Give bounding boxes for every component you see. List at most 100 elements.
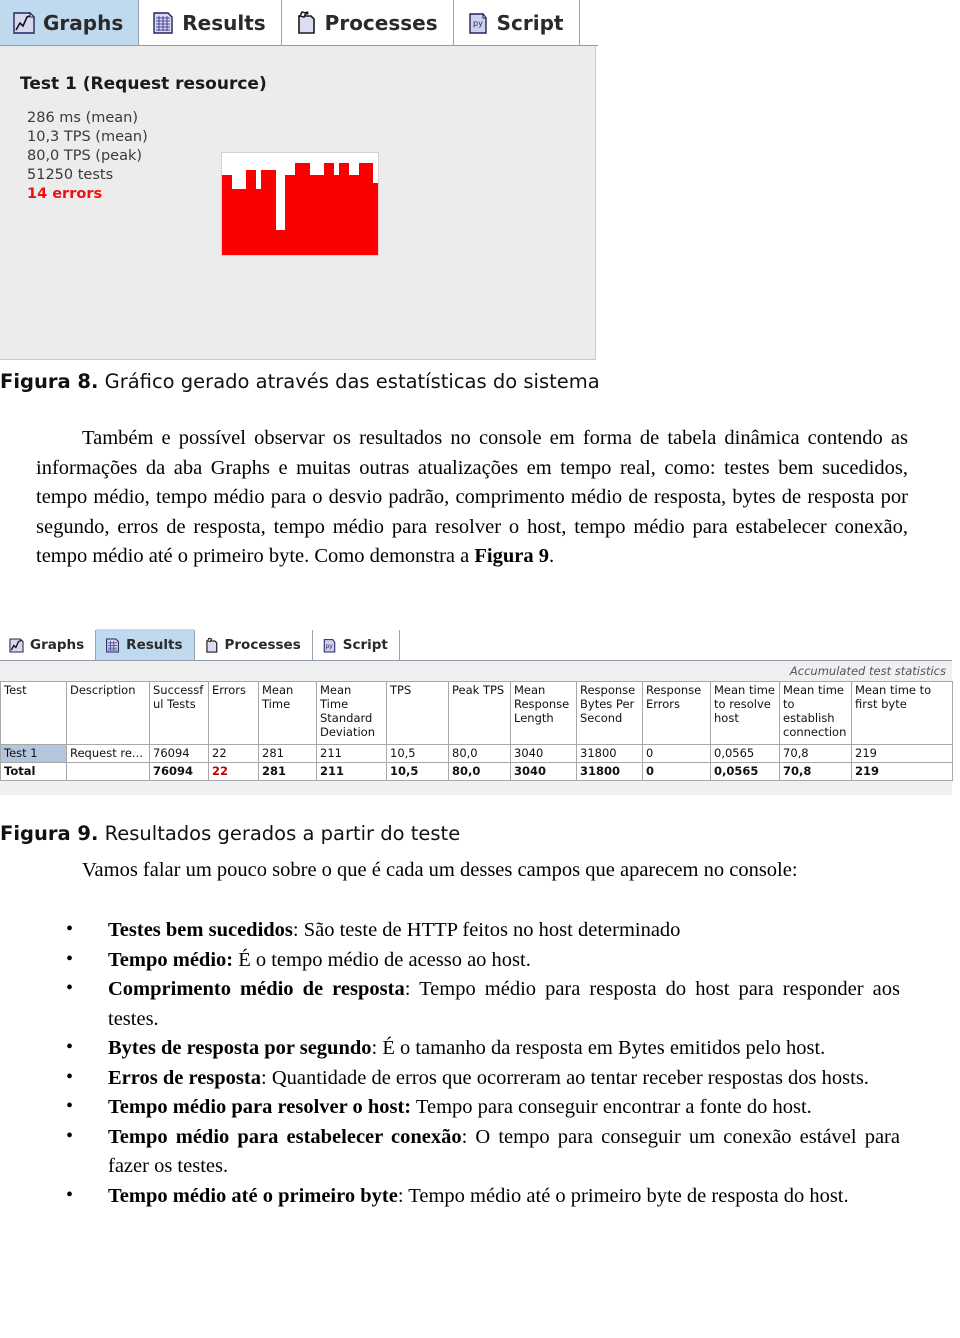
results-table: Test Description Successful Tests Errors… (0, 681, 953, 781)
paragraph-period: . (548, 545, 555, 567)
figure8-caption-number: Figura 8. (0, 370, 99, 393)
graphs-panel: Test 1 (Request resource) 286 ms (mean) … (0, 46, 596, 360)
figure9-caption-text: Resultados gerados a partir do teste (98, 822, 461, 845)
svg-text:py: py (325, 644, 333, 650)
stat-tests-count: 51250 tests (27, 167, 114, 183)
list-item-term: Tempo médio: (108, 948, 234, 971)
list-item: Tempo médio até o primeiro byte: Tempo m… (60, 1181, 900, 1212)
tab-graphs[interactable]: Graphs (0, 629, 95, 660)
graph-chart-icon (8, 637, 25, 654)
paragraph-console-table-text: Também e possível observar os resultados… (36, 427, 908, 567)
stat-mean-ms: 286 ms (mean) (27, 110, 139, 126)
cell-mean-time-first-byte: 219 (851, 762, 953, 781)
col-mean-time-std-dev[interactable]: Mean Time Standard Deviation (316, 681, 387, 745)
cell-mean-time: 281 (258, 762, 317, 781)
tab-graphs-label: Graphs (43, 10, 124, 35)
figure8-caption-text: Gráfico gerado através das estatísticas … (98, 370, 600, 393)
col-mean-time-first-byte[interactable]: Mean time to first byte (851, 681, 953, 745)
chart-bar (373, 182, 378, 255)
cell-mean-time-establish-connection: 70,8 (779, 762, 852, 781)
list-item-term: Bytes de resposta por segundo (108, 1037, 372, 1059)
list-item-desc: : São teste de HTTP feitos no host deter… (292, 919, 681, 941)
cell-mean-time-resolve-host: 0,0565 (710, 744, 780, 763)
tab-results[interactable]: Results (96, 629, 194, 660)
figure9-caption-number: Figura 9. (0, 822, 99, 845)
list-item-term: Erros de resposta (108, 1066, 261, 1089)
col-response-bytes-per-second[interactable]: Response Bytes Per Second (576, 681, 643, 745)
list-item: Comprimento médio de resposta: Tempo méd… (60, 974, 900, 1034)
stat-tps-peak: 80,0 TPS (peak) (27, 148, 143, 164)
tab-graphs[interactable]: Graphs (0, 0, 139, 45)
stat-errors-count: 14 errors (27, 186, 103, 202)
col-successful-tests[interactable]: Successful Tests (149, 681, 209, 745)
figura9-reference: Figura 9 (474, 545, 549, 567)
test-statistics: 286 ms (mean) 10,3 TPS (mean) 80,0 TPS (… (27, 109, 148, 204)
col-tps[interactable]: TPS (386, 681, 449, 745)
tab-processes[interactable]: Processes (282, 0, 453, 45)
list-item: Bytes de resposta por segundo: É o taman… (60, 1033, 900, 1064)
cell-mean-time-establish-connection: 70,8 (779, 744, 852, 763)
tab-divider (578, 0, 580, 45)
tab-processes[interactable]: Processes (195, 629, 312, 660)
list-item-term: Comprimento médio de resposta (108, 978, 405, 1000)
grid-document-icon (104, 637, 121, 654)
list-item-desc: É o tempo médio de acesso ao host. (233, 948, 531, 971)
tab-graphs-label: Graphs (30, 637, 85, 653)
table-row[interactable]: Total 76094 22 281 211 10,5 80,0 3040 31… (0, 762, 953, 781)
tab-results-label: Results (182, 10, 266, 35)
col-mean-time[interactable]: Mean Time (258, 681, 317, 745)
col-description[interactable]: Description (66, 681, 150, 745)
tab-script[interactable]: py Script (313, 629, 399, 660)
results-screenshot: Graphs Results Processes py Script Accum… (0, 629, 953, 795)
table-row[interactable]: Test 1 Request re... 76094 22 281 211 10… (0, 744, 953, 763)
cell-test: Test 1 (0, 744, 67, 763)
tab-results[interactable]: Results (139, 0, 280, 45)
col-errors[interactable]: Errors (208, 681, 259, 745)
cell-peak-tps: 80,0 (448, 744, 511, 763)
tps-bar-chart (221, 152, 379, 256)
col-response-errors[interactable]: Response Errors (642, 681, 711, 745)
cell-response-bytes-per-second: 31800 (576, 744, 643, 763)
results-table-area: Accumulated test statistics Test Descrip… (0, 661, 953, 795)
table-header-row: Test Description Successful Tests Errors… (0, 681, 953, 745)
col-mean-time-resolve-host[interactable]: Mean time to resolve host (710, 681, 780, 745)
paragraph-console-table: Também e possível observar os resultados… (36, 424, 908, 572)
list-item-desc: : Quantidade de erros que ocorreram ao t… (261, 1066, 869, 1089)
tab-script[interactable]: py Script (454, 0, 579, 45)
cell-tps: 10,5 (386, 762, 449, 781)
tabstrip-results: Graphs Results Processes py Script (0, 629, 952, 661)
cell-description: Request re... (66, 744, 150, 763)
col-test[interactable]: Test (0, 681, 67, 745)
col-mean-time-establish-connection[interactable]: Mean time to establish connection (779, 681, 852, 745)
cell-errors: 22 (208, 744, 259, 763)
field-definitions-list: Testes bem sucedidos: São teste de HTTP … (60, 915, 900, 1212)
figure9-caption: Figura 9. Resultados gerados a partir do… (0, 822, 460, 845)
cell-mean-time-std-dev: 211 (316, 762, 387, 781)
test-title: Test 1 (Request resource) (20, 74, 267, 94)
list-item: Erros de resposta: Quantidade de erros q… (60, 1063, 900, 1094)
col-mean-response-length[interactable]: Mean Response Length (510, 681, 577, 745)
tab-processes-label: Processes (224, 637, 301, 653)
tab-processes-label: Processes (324, 10, 438, 35)
accumulated-statistics-label: Accumulated test statistics (789, 664, 946, 678)
cell-test: Total (0, 762, 67, 781)
svg-text:py: py (473, 19, 483, 28)
cell-successful-tests: 76094 (149, 762, 209, 781)
cell-mean-time-resolve-host: 0,0565 (710, 762, 780, 781)
cell-mean-response-length: 3040 (510, 762, 577, 781)
list-item-desc: Tempo para conseguir encontrar a fonte d… (411, 1096, 812, 1118)
process-pointer-icon (203, 637, 220, 654)
python-script-icon: py (321, 637, 338, 654)
list-item-desc: : É o tamanho da resposta em Bytes emiti… (371, 1037, 826, 1059)
col-peak-tps[interactable]: Peak TPS (448, 681, 511, 745)
list-item-term: Tempo médio para resolver o host: (108, 1096, 412, 1118)
graphs-screenshot: Graphs Results Processes py Script Test … (0, 0, 598, 362)
paragraph-fields-intro-text: Vamos falar um pouco sobre o que é cada … (82, 859, 798, 881)
list-item-desc: : Tempo médio até o primeiro byte de res… (397, 1184, 849, 1207)
cell-mean-time-first-byte: 219 (851, 744, 953, 763)
figure8-caption: Figura 8. Gráfico gerado através das est… (0, 370, 600, 393)
cell-tps: 10,5 (386, 744, 449, 763)
tab-script-label: Script (342, 637, 388, 653)
list-item-term: Tempo médio até o primeiro byte (108, 1184, 398, 1207)
cell-description (66, 762, 150, 781)
